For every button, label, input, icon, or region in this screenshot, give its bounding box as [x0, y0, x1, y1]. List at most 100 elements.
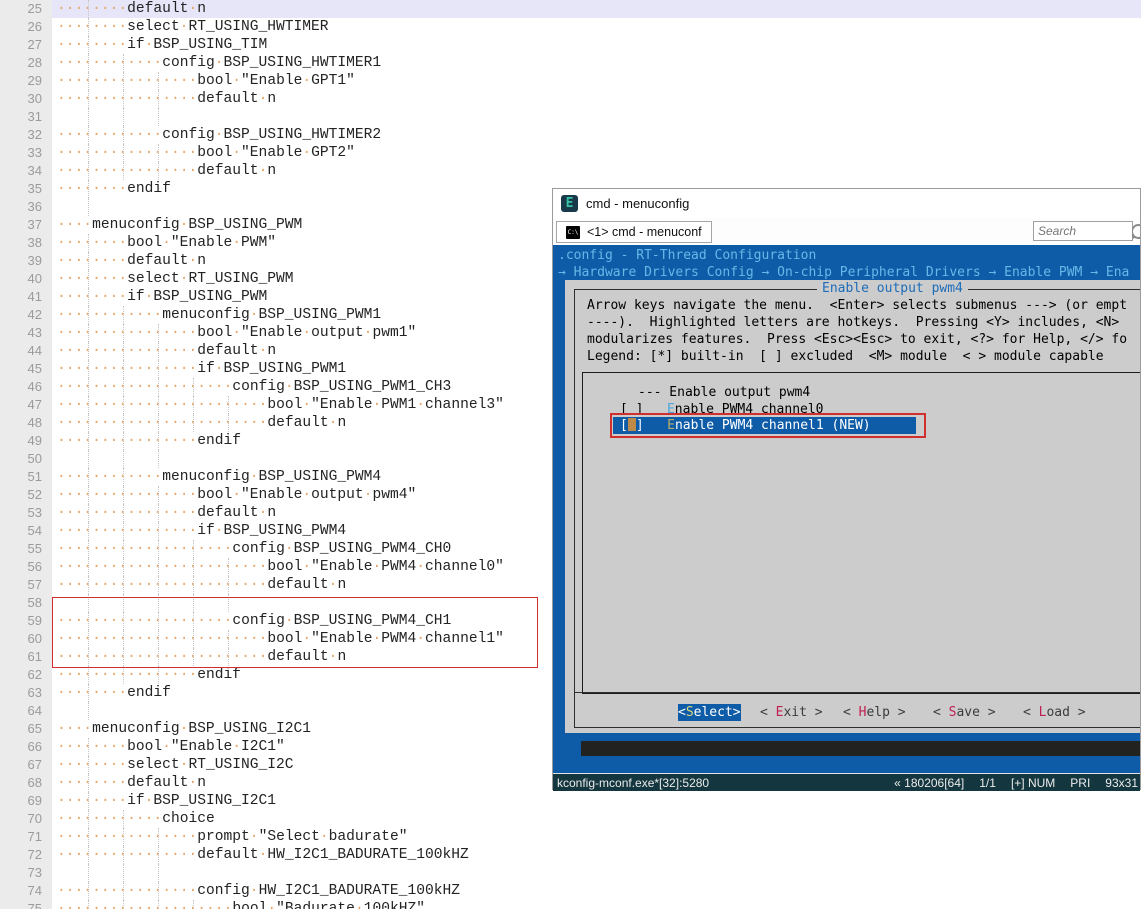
tab-label: <1> cmd - menuconf — [587, 225, 702, 239]
search-input[interactable] — [1033, 221, 1133, 241]
cmd-icon: C:\ — [566, 226, 580, 239]
editor-line[interactable]: 69········if·BSP_USING_I2C1 — [0, 792, 1141, 810]
line-number: 71 — [0, 828, 52, 846]
button-select[interactable]: <Select> — [678, 704, 741, 721]
line-number: 69 — [0, 792, 52, 810]
line-number: 52 — [0, 486, 52, 504]
editor-line[interactable]: 72················default·HW_I2C1_BADURA… — [0, 846, 1141, 864]
line-number: 46 — [0, 378, 52, 396]
line-number: 66 — [0, 738, 52, 756]
button-separator — [574, 692, 1140, 693]
dialog-legend: Legend: [*] built-in [ ] excluded <M> mo… — [587, 348, 1104, 365]
line-number: 30 — [0, 90, 52, 108]
line-number: 34 — [0, 162, 52, 180]
line-number: 50 — [0, 450, 52, 468]
menu-item[interactable]: [ ] Enable PWM4 channel0 — [620, 401, 824, 418]
editor-line[interactable]: 71················prompt·"Select·badurat… — [0, 828, 1141, 846]
line-number: 38 — [0, 234, 52, 252]
conemu-window: E cmd - menuconfig C:\ <1> cmd - menucon… — [552, 188, 1141, 790]
line-number: 28 — [0, 54, 52, 72]
editor-line[interactable]: 26········select·RT_USING_HWTIMER — [0, 18, 1141, 36]
editor-line[interactable]: 74················config·HW_I2C1_BADURAT… — [0, 882, 1141, 900]
console-header: .config - RT-Thread Configuration — [558, 247, 816, 264]
dialog-help-line: ----). Highlighted letters are hotkeys. … — [587, 314, 1119, 331]
line-number: 57 — [0, 576, 52, 594]
line-number: 65 — [0, 720, 52, 738]
status-process: kconfig-mconf.exe*[32]:5280 — [557, 776, 709, 790]
line-number: 62 — [0, 666, 52, 684]
line-number: 74 — [0, 882, 52, 900]
editor-line[interactable]: 30················default·n — [0, 90, 1141, 108]
status-segment: PRI — [1070, 776, 1090, 790]
line-number: 56 — [0, 558, 52, 576]
status-segment: 93x31 — [1105, 776, 1138, 790]
console-area: .config - RT-Thread Configuration → Hard… — [553, 245, 1140, 773]
status-segment: 1/1 — [979, 776, 996, 790]
editor-line[interactable]: 27········if·BSP_USING_TIM — [0, 36, 1141, 54]
line-number: 58 — [0, 594, 52, 612]
editor-line[interactable]: 25········default·n — [0, 0, 1141, 18]
editor-line[interactable]: 73 — [0, 864, 1141, 882]
search-icon[interactable] — [1132, 224, 1140, 239]
editor-line[interactable]: 31 — [0, 108, 1141, 126]
status-bar: kconfig-mconf.exe*[32]:5280 « 180206[64]… — [553, 773, 1140, 791]
status-indicators: « 180206[64] 1/1 [+] NUM PRI 93x31 — [894, 776, 1138, 790]
line-number: 70 — [0, 810, 52, 828]
line-number: 26 — [0, 18, 52, 36]
line-number: 36 — [0, 198, 52, 216]
line-number: 72 — [0, 846, 52, 864]
line-number: 33 — [0, 144, 52, 162]
editor-line[interactable]: 33················bool·"Enable·GPT2" — [0, 144, 1141, 162]
line-number: 43 — [0, 324, 52, 342]
button-load[interactable]: < Load > — [1023, 704, 1086, 721]
editor-line[interactable]: 29················bool·"Enable·GPT1" — [0, 72, 1141, 90]
line-number: 41 — [0, 288, 52, 306]
menuconfig-dialog: Enable output pwm4 Arrow keys navigate t… — [565, 280, 1140, 733]
editor-line[interactable]: 34················default·n — [0, 162, 1141, 180]
tab-bar: C:\ <1> cmd - menuconf — [553, 218, 1140, 245]
line-number: 25 — [0, 0, 52, 18]
line-number: 29 — [0, 72, 52, 90]
line-number: 55 — [0, 540, 52, 558]
line-number: 68 — [0, 774, 52, 792]
line-number: 54 — [0, 522, 52, 540]
editor-line[interactable]: 75····················bool·"Badurate·100… — [0, 900, 1141, 909]
dialog-help-line: Arrow keys navigate the menu. <Enter> se… — [587, 297, 1127, 314]
tab-cmd-menuconf[interactable]: C:\ <1> cmd - menuconf — [556, 221, 712, 243]
button-save[interactable]: < Save > — [933, 704, 996, 721]
line-number: 64 — [0, 702, 52, 720]
editor-line[interactable]: 70············choice — [0, 810, 1141, 828]
menu-item-label: --- Enable output pwm4 — [638, 384, 810, 401]
menu-listbox[interactable]: --- Enable output pwm4[ ] Enable PWM4 ch… — [582, 372, 1140, 694]
line-number: 40 — [0, 270, 52, 288]
line-number: 53 — [0, 504, 52, 522]
line-number: 39 — [0, 252, 52, 270]
breadcrumb: → Hardware Drivers Config → On-chip Peri… — [558, 264, 1129, 281]
window-title: cmd - menuconfig — [586, 196, 689, 211]
line-number: 48 — [0, 414, 52, 432]
line-number: 27 — [0, 36, 52, 54]
button-exit[interactable]: < Exit > — [760, 704, 823, 721]
line-number: 59 — [0, 612, 52, 630]
status-segment: « 180206[64] — [894, 776, 964, 790]
line-number: 51 — [0, 468, 52, 486]
line-number: 42 — [0, 306, 52, 324]
editor-line[interactable]: 32············config·BSP_USING_HWTIMER2 — [0, 126, 1141, 144]
dialog-title: Enable output pwm4 — [817, 280, 968, 297]
button-help[interactable]: < Help > — [843, 704, 906, 721]
editor-line[interactable]: 28············config·BSP_USING_HWTIMER1 — [0, 54, 1141, 72]
line-number: 45 — [0, 360, 52, 378]
line-number: 49 — [0, 432, 52, 450]
menu-item-selected[interactable]: [] Enable PWM4 channel1 (NEW) — [613, 417, 916, 434]
line-number: 75 — [0, 900, 52, 909]
line-number: 47 — [0, 396, 52, 414]
window-titlebar[interactable]: E cmd - menuconfig — [553, 189, 1140, 218]
line-number: 44 — [0, 342, 52, 360]
dialog-help-line: modularizes features. Press <Esc><Esc> t… — [587, 331, 1127, 348]
status-segment: [+] NUM — [1011, 776, 1055, 790]
line-number: 31 — [0, 108, 52, 126]
line-number: 67 — [0, 756, 52, 774]
line-number: 61 — [0, 648, 52, 666]
line-number: 32 — [0, 126, 52, 144]
screen: 25········default·n26········select·RT_U… — [0, 0, 1141, 909]
